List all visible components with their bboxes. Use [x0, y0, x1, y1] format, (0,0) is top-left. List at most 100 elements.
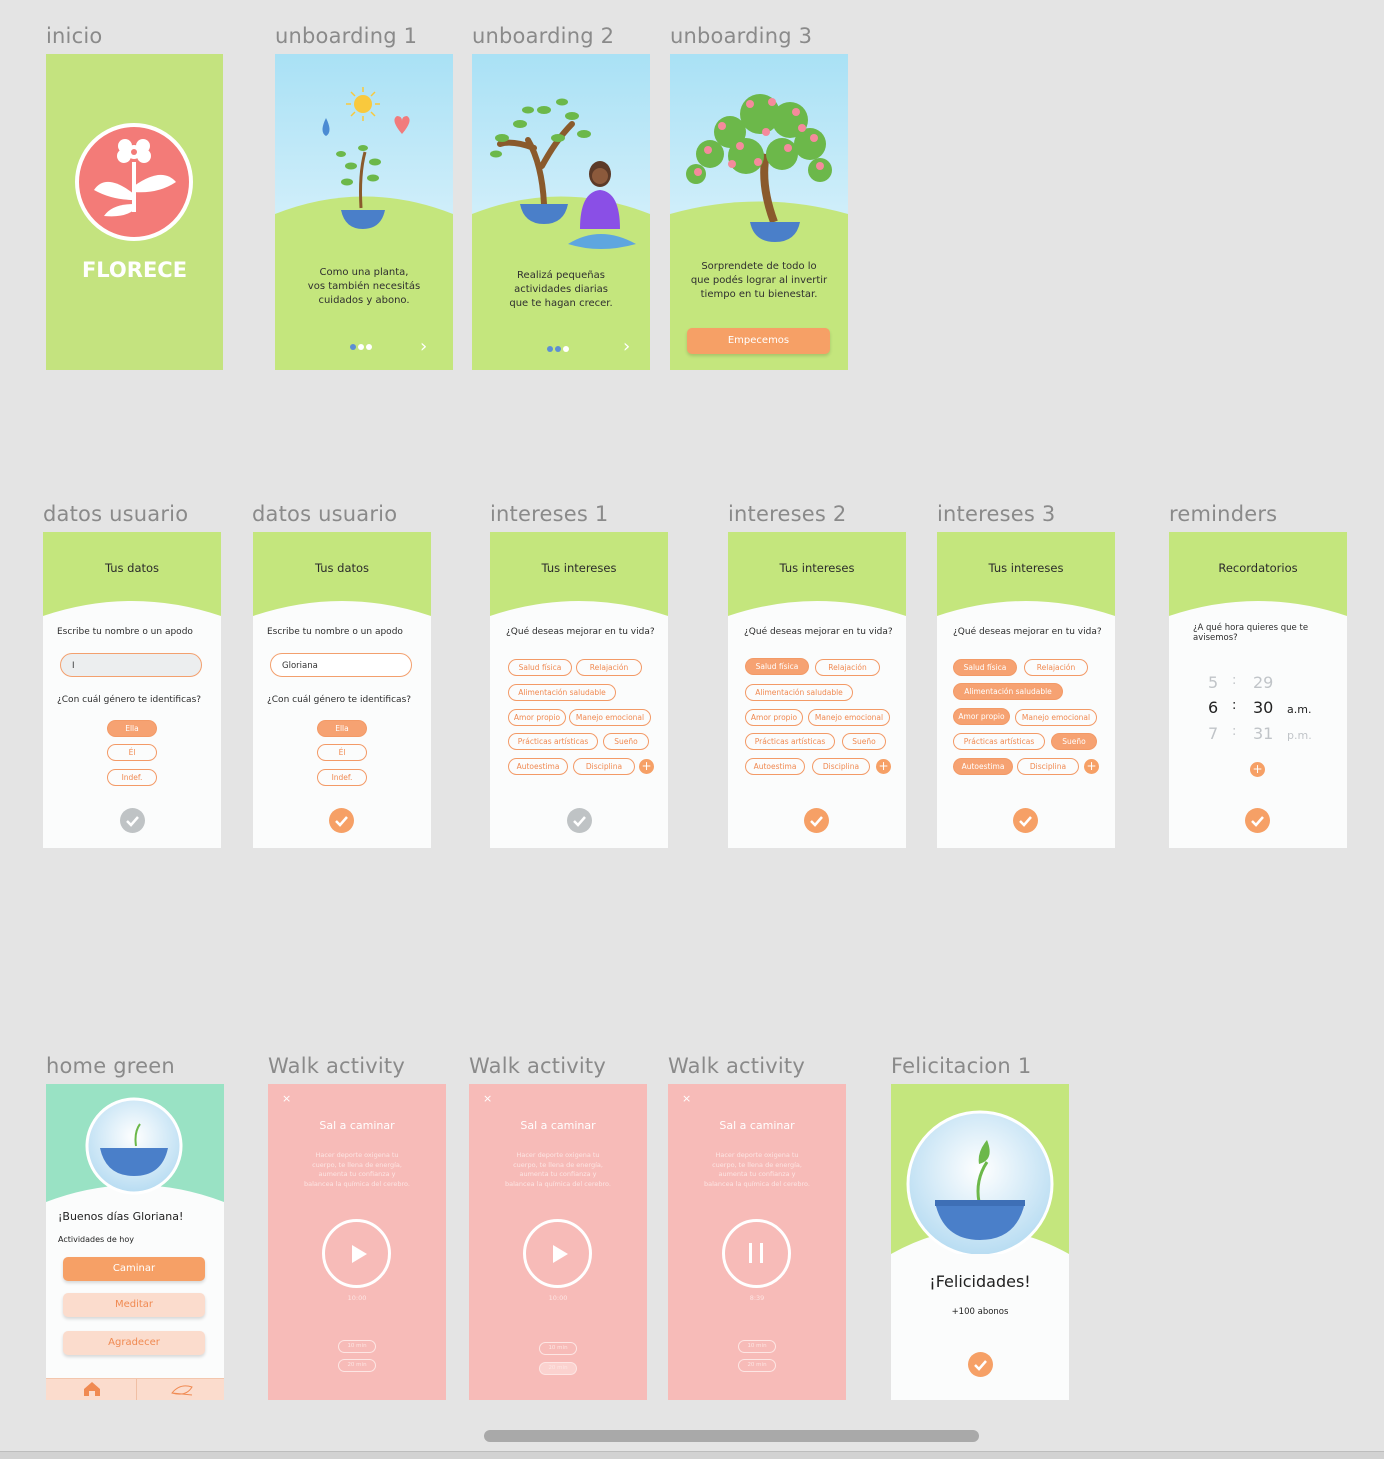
- interest-relajacion[interactable]: Relajación: [1024, 659, 1088, 676]
- gender-label: ¿Con cuál género te identificas?: [267, 695, 412, 705]
- confirm-button[interactable]: [1245, 808, 1270, 833]
- interest-practicas-artisticas[interactable]: Prácticas artísticas: [745, 733, 835, 750]
- duration-20-button[interactable]: 20 min: [738, 1359, 776, 1372]
- duration-20-button[interactable]: 20 min: [338, 1359, 376, 1372]
- hour-prev[interactable]: 5: [1208, 673, 1218, 692]
- duration-10-button[interactable]: 10 min: [338, 1340, 376, 1353]
- home-screen[interactable]: ¡Buenos días Gloriana! Actividades de ho…: [46, 1084, 224, 1400]
- interest-amor-propio[interactable]: Amor propio: [953, 708, 1010, 725]
- interest-relajacion[interactable]: Relajación: [576, 659, 642, 676]
- duration-10-button[interactable]: 10 min: [738, 1340, 776, 1353]
- duration-20-button[interactable]: 20 min: [539, 1362, 577, 1375]
- interests-screen-3[interactable]: Tus intereses ¿Qué deseas mejorar en tu …: [937, 532, 1115, 848]
- close-button[interactable]: ×: [682, 1092, 691, 1105]
- add-interest-button[interactable]: +: [876, 759, 891, 774]
- splash-screen[interactable]: FLORECE: [46, 54, 223, 370]
- onboarding-screen-1[interactable]: Como una planta, vos también necesitás c…: [275, 54, 453, 370]
- interest-manejo-emocional[interactable]: Manejo emocional: [808, 709, 890, 726]
- pm-option[interactable]: p.m.: [1287, 729, 1312, 742]
- walk-activity-screen-2[interactable]: × Sal a caminar Hacer deporte oxigena tu…: [469, 1084, 647, 1400]
- name-input[interactable]: I: [60, 653, 202, 677]
- hour-next[interactable]: 7: [1208, 724, 1218, 743]
- confirm-button[interactable]: [804, 808, 829, 833]
- reminders-screen[interactable]: Recordatorios ¿A qué hora quieres que te…: [1169, 532, 1347, 848]
- minute-next[interactable]: 31: [1253, 724, 1273, 743]
- confirm-button[interactable]: [567, 808, 592, 833]
- interest-sueno[interactable]: Sueño: [842, 733, 886, 750]
- interest-salud-fisica[interactable]: Salud física: [508, 659, 572, 676]
- interest-amor-propio[interactable]: Amor propio: [508, 709, 566, 726]
- am-selected[interactable]: a.m.: [1287, 703, 1311, 716]
- interest-alimentacion[interactable]: Alimentación saludable: [745, 684, 853, 701]
- gender-option-el[interactable]: Él: [107, 744, 157, 761]
- hour-selected[interactable]: 6: [1208, 698, 1218, 717]
- interest-salud-fisica[interactable]: Salud física: [745, 658, 809, 675]
- user-data-screen-filled[interactable]: Tus datos Escribe tu nombre o un apodo G…: [253, 532, 431, 848]
- interest-alimentacion[interactable]: Alimentación saludable: [508, 684, 616, 701]
- interest-disciplina[interactable]: Disciplina: [812, 758, 870, 775]
- horizontal-scrollbar[interactable]: [484, 1430, 979, 1442]
- next-button[interactable]: ›: [420, 336, 427, 357]
- interest-autoestima[interactable]: Autoestima: [953, 758, 1013, 775]
- logo-icon: [75, 123, 193, 241]
- confirm-button[interactable]: [329, 808, 354, 833]
- interest-sueno[interactable]: Sueño: [1051, 733, 1097, 750]
- interest-relajacion[interactable]: Relajación: [815, 659, 880, 676]
- check-icon: [126, 816, 139, 827]
- play-button[interactable]: [322, 1219, 391, 1288]
- check-icon: [1019, 816, 1032, 827]
- pause-button[interactable]: [722, 1219, 791, 1288]
- home-icon[interactable]: [84, 1382, 100, 1396]
- interest-practicas-artisticas[interactable]: Prácticas artísticas: [508, 733, 598, 750]
- walk-title: Sal a caminar: [719, 1119, 795, 1132]
- interest-manejo-emocional[interactable]: Manejo emocional: [569, 709, 651, 726]
- interest-manejo-emocional[interactable]: Manejo emocional: [1015, 709, 1097, 726]
- leaf-icon[interactable]: [171, 1385, 193, 1396]
- confirm-button[interactable]: [968, 1352, 993, 1377]
- onboarding-screen-2[interactable]: Realizá pequeñas actividades diarias que…: [472, 54, 650, 370]
- gender-option-ella[interactable]: Ella: [107, 720, 157, 737]
- confirm-button[interactable]: [1013, 808, 1038, 833]
- activity-caminar-button[interactable]: Caminar: [63, 1257, 205, 1281]
- interest-autoestima[interactable]: Autoestima: [745, 758, 805, 775]
- close-button[interactable]: ×: [483, 1092, 492, 1105]
- add-interest-button[interactable]: +: [639, 759, 654, 774]
- duration-10-button[interactable]: 10 min: [539, 1342, 577, 1355]
- pagination-dots: [547, 346, 569, 352]
- walk-activity-screen-1[interactable]: × Sal a caminar Hacer deporte oxigena tu…: [268, 1084, 446, 1400]
- play-button[interactable]: [523, 1219, 592, 1288]
- artboard-label-walk-3: Walk activity: [668, 1054, 805, 1078]
- next-button[interactable]: ›: [623, 336, 630, 357]
- minute-prev[interactable]: 29: [1253, 673, 1273, 692]
- user-data-screen-empty[interactable]: Tus datos Escribe tu nombre o un apodo I…: [43, 532, 221, 848]
- confirm-button[interactable]: [120, 808, 145, 833]
- interests-screen-2[interactable]: Tus intereses ¿Qué deseas mejorar en tu …: [728, 532, 906, 848]
- interests-question: ¿Qué deseas mejorar en tu vida?: [506, 627, 655, 637]
- activity-agradecer-button[interactable]: Agradecer: [63, 1331, 205, 1355]
- walk-activity-screen-3[interactable]: × Sal a caminar Hacer deporte oxigena tu…: [668, 1084, 846, 1400]
- gender-option-el[interactable]: Él: [317, 744, 367, 761]
- interest-disciplina[interactable]: Disciplina: [573, 758, 635, 775]
- artboard-label-reminders: reminders: [1169, 502, 1278, 526]
- congratulations-screen[interactable]: ¡Felicidades! +100 abonos: [891, 1084, 1069, 1400]
- minute-selected[interactable]: 30: [1253, 698, 1273, 717]
- interest-alimentacion[interactable]: Alimentación saludable: [953, 683, 1063, 700]
- activity-meditar-button[interactable]: Meditar: [63, 1293, 205, 1317]
- onboarding-screen-3[interactable]: Sorprendete de todo lo que podés lograr …: [670, 54, 848, 370]
- interests-screen-1[interactable]: Tus intereses ¿Qué deseas mejorar en tu …: [490, 532, 668, 848]
- header-title: Recordatorios: [1218, 561, 1298, 575]
- gender-option-indef[interactable]: Indef.: [107, 769, 157, 786]
- interest-salud-fisica[interactable]: Salud física: [953, 659, 1017, 676]
- gender-option-indef[interactable]: Indef.: [317, 769, 367, 786]
- interest-practicas-artisticas[interactable]: Prácticas artísticas: [953, 733, 1045, 750]
- interest-amor-propio[interactable]: Amor propio: [745, 709, 803, 726]
- interest-autoestima[interactable]: Autoestima: [508, 758, 568, 775]
- interest-sueno[interactable]: Sueño: [603, 733, 649, 750]
- start-button[interactable]: Empecemos: [687, 328, 830, 354]
- close-button[interactable]: ×: [282, 1092, 291, 1105]
- interest-disciplina[interactable]: Disciplina: [1017, 758, 1079, 775]
- add-interest-button[interactable]: +: [1084, 759, 1099, 774]
- gender-option-ella[interactable]: Ella: [317, 720, 367, 737]
- add-reminder-button[interactable]: +: [1250, 762, 1265, 777]
- name-input[interactable]: Gloriana: [270, 653, 412, 677]
